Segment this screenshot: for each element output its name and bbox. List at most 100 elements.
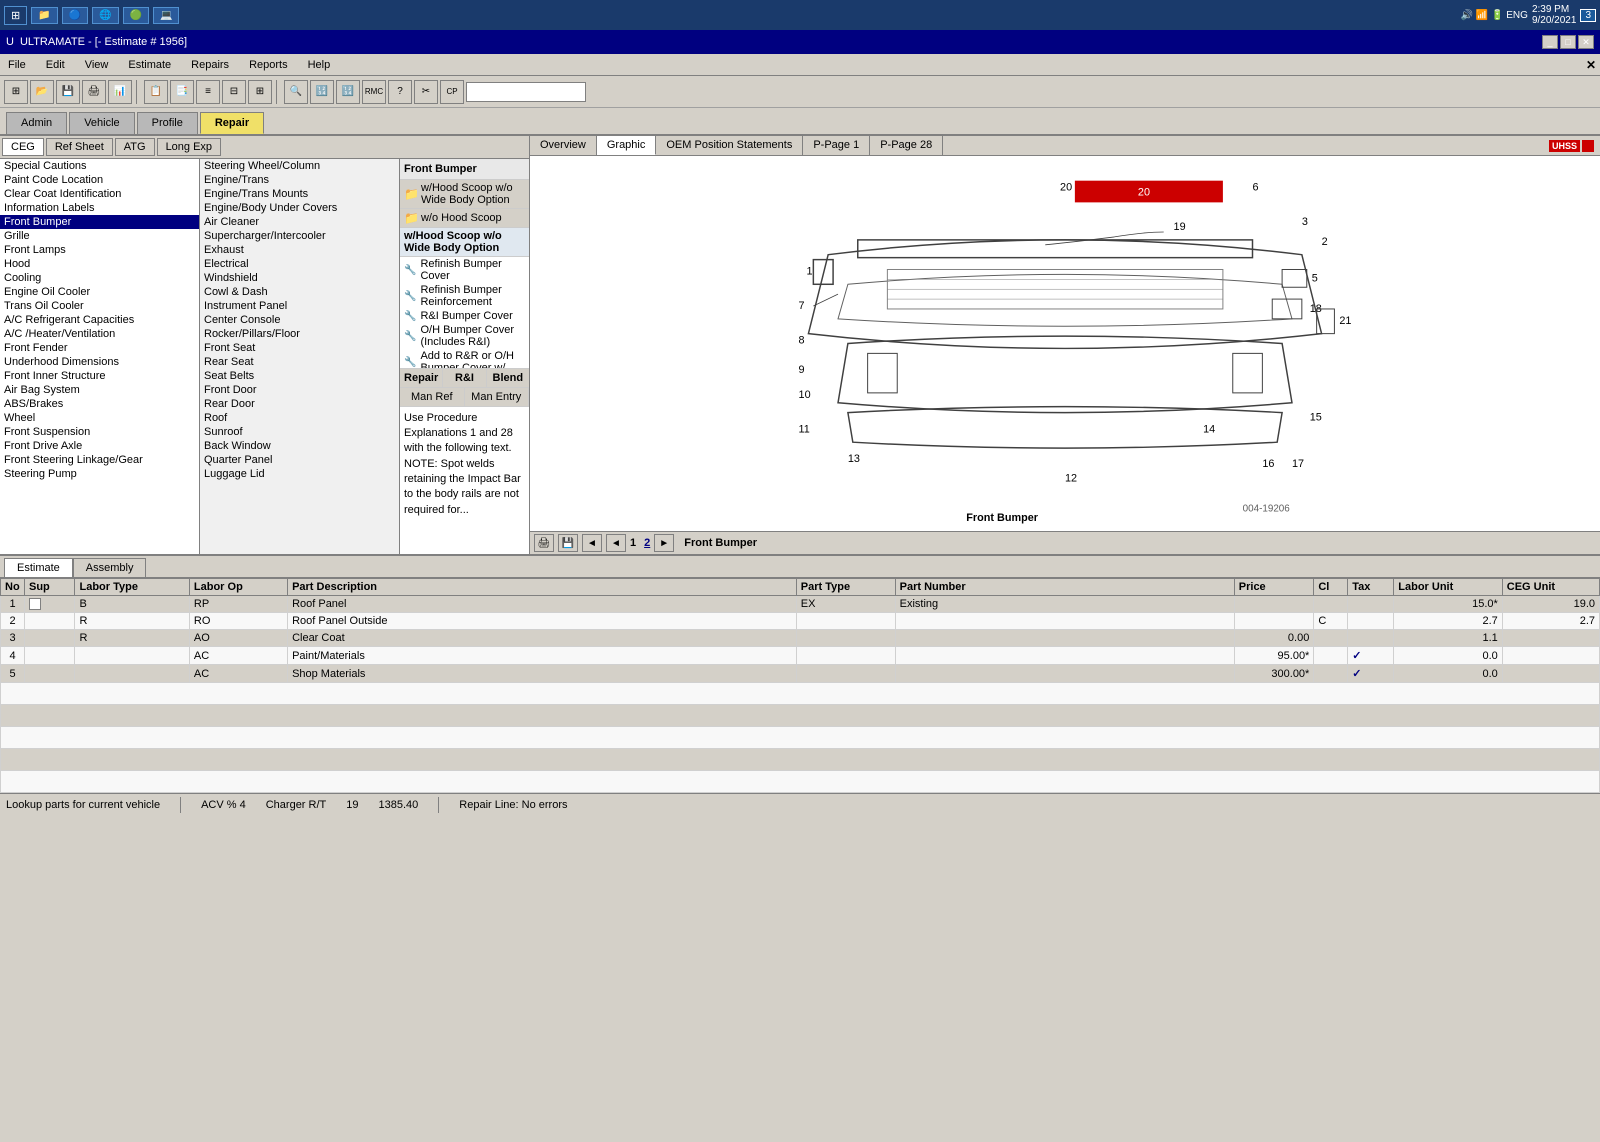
op-refinish-reinf[interactable]: 🔧 Refinish Bumper Reinforcement bbox=[400, 283, 529, 309]
left-tab-longexp[interactable]: Long Exp bbox=[157, 138, 221, 156]
menu-estimate[interactable]: Estimate bbox=[124, 57, 175, 73]
tb-btn4[interactable]: ⊟ bbox=[222, 80, 246, 104]
page-1[interactable]: 1 bbox=[630, 537, 636, 549]
cat-air-bag[interactable]: Air Bag System bbox=[0, 383, 199, 397]
est-tab-assembly[interactable]: Assembly bbox=[73, 558, 147, 577]
right-tab-graphic[interactable]: Graphic bbox=[597, 136, 657, 155]
cat-front-drive-axle[interactable]: Front Drive Axle bbox=[0, 439, 199, 453]
tb-rmc[interactable]: RMC bbox=[362, 80, 386, 104]
cat-front-bumper[interactable]: Front Bumper bbox=[0, 215, 199, 229]
cat-rocker-pillars[interactable]: Rocker/Pillars/Floor bbox=[200, 327, 399, 341]
cat-steering-pump[interactable]: Steering Pump bbox=[0, 467, 199, 481]
cat-engine-oil-cooler[interactable]: Engine Oil Cooler bbox=[0, 285, 199, 299]
cat-exhaust[interactable]: Exhaust bbox=[200, 243, 399, 257]
tb-btn3[interactable]: ≡ bbox=[196, 80, 220, 104]
cat-back-window[interactable]: Back Window bbox=[200, 439, 399, 453]
graphic-btn-2[interactable]: 💾 bbox=[558, 534, 578, 552]
cat-front-inner[interactable]: Front Inner Structure bbox=[0, 369, 199, 383]
cat-engine-body-covers[interactable]: Engine/Body Under Covers bbox=[200, 201, 399, 215]
tab-repair[interactable]: Repair bbox=[200, 112, 264, 134]
tb-calc2[interactable]: 🔢 bbox=[336, 80, 360, 104]
cat-hood[interactable]: Hood bbox=[0, 257, 199, 271]
tb-save[interactable]: 💾 bbox=[56, 80, 80, 104]
table-row-empty-4[interactable] bbox=[1, 749, 1600, 771]
graphic-btn-1[interactable]: 🖨 bbox=[534, 534, 554, 552]
table-row-1[interactable]: 1 B RP Roof Panel EX Existing 15.0* 19.0 bbox=[1, 596, 1600, 613]
cat-grille[interactable]: Grille bbox=[0, 229, 199, 243]
taskbar-item-3[interactable]: 🌐 bbox=[92, 7, 118, 24]
cat-abs-brakes[interactable]: ABS/Brakes bbox=[0, 397, 199, 411]
man-ref-button[interactable]: Man Ref bbox=[400, 388, 465, 406]
minimize-button[interactable]: _ bbox=[1542, 35, 1558, 49]
menu-view[interactable]: View bbox=[81, 57, 113, 73]
cat-roof[interactable]: Roof bbox=[200, 411, 399, 425]
graphic-btn-left[interactable]: ◄ bbox=[606, 534, 626, 552]
table-row-empty-3[interactable] bbox=[1, 727, 1600, 749]
cat-ac-ventilation[interactable]: A/C /Heater/Ventilation bbox=[0, 327, 199, 341]
tb-cp[interactable]: CP bbox=[440, 80, 464, 104]
section-w-hood-scoop[interactable]: 📁 w/Hood Scoop w/o Wide Body Option bbox=[400, 180, 529, 209]
tb-open[interactable]: 📂 bbox=[30, 80, 54, 104]
menu-edit[interactable]: Edit bbox=[42, 57, 69, 73]
cat-luggage-lid[interactable]: Luggage Lid bbox=[200, 467, 399, 481]
cat-rear-door[interactable]: Rear Door bbox=[200, 397, 399, 411]
graphic-btn-prev[interactable]: ◄ bbox=[582, 534, 602, 552]
taskbar-item-2[interactable]: 🔵 bbox=[62, 7, 88, 24]
cat-front-steering[interactable]: Front Steering Linkage/Gear bbox=[0, 453, 199, 467]
cat-rear-seat[interactable]: Rear Seat bbox=[200, 355, 399, 369]
op-refinish-bumper[interactable]: 🔧 Refinish Bumper Cover bbox=[400, 257, 529, 283]
graphic-btn-right[interactable]: ► bbox=[654, 534, 674, 552]
tb-help[interactable]: ? bbox=[388, 80, 412, 104]
tab-vehicle[interactable]: Vehicle bbox=[69, 112, 134, 134]
table-row-2[interactable]: 2 R RO Roof Panel Outside C 2.7 2.7 bbox=[1, 613, 1600, 630]
maximize-button[interactable]: □ bbox=[1560, 35, 1576, 49]
page-2[interactable]: 2 bbox=[644, 537, 650, 549]
cat-sunroof[interactable]: Sunroof bbox=[200, 425, 399, 439]
table-row-empty-5[interactable] bbox=[1, 771, 1600, 793]
cat-supercharger[interactable]: Supercharger/Intercooler bbox=[200, 229, 399, 243]
repair-button[interactable]: Repair bbox=[400, 369, 443, 387]
table-row-3[interactable]: 3 R AO Clear Coat 0.00 1.1 bbox=[1, 630, 1600, 647]
toolbar-search[interactable] bbox=[466, 82, 586, 102]
left-tab-atg[interactable]: ATG bbox=[115, 138, 155, 156]
tb-calc[interactable]: 🔢 bbox=[310, 80, 334, 104]
cat-cooling[interactable]: Cooling bbox=[0, 271, 199, 285]
taskbar-item-1[interactable]: 📁 bbox=[31, 7, 57, 24]
tb-settings[interactable]: ✂ bbox=[414, 80, 438, 104]
tab-profile[interactable]: Profile bbox=[137, 112, 198, 134]
taskbar-item-4[interactable]: 🟢 bbox=[123, 7, 149, 24]
cat-seat-belts[interactable]: Seat Belts bbox=[200, 369, 399, 383]
menu-reports[interactable]: Reports bbox=[245, 57, 292, 73]
cat-air-cleaner[interactable]: Air Cleaner bbox=[200, 215, 399, 229]
right-tab-oem[interactable]: OEM Position Statements bbox=[656, 136, 803, 155]
cat-windshield[interactable]: Windshield bbox=[200, 271, 399, 285]
tb-chart[interactable]: 📊 bbox=[108, 80, 132, 104]
table-row-5[interactable]: 5 AC Shop Materials 300.00* ✓ 0.0 bbox=[1, 665, 1600, 683]
cat-front-lamps[interactable]: Front Lamps bbox=[0, 243, 199, 257]
cat-front-door[interactable]: Front Door bbox=[200, 383, 399, 397]
cat-front-suspension[interactable]: Front Suspension bbox=[0, 425, 199, 439]
cat-instrument-panel[interactable]: Instrument Panel bbox=[200, 299, 399, 313]
table-row-empty-1[interactable] bbox=[1, 683, 1600, 705]
menu-repairs[interactable]: Repairs bbox=[187, 57, 233, 73]
table-row-empty-2[interactable] bbox=[1, 705, 1600, 727]
cat-front-seat[interactable]: Front Seat bbox=[200, 341, 399, 355]
start-button[interactable]: ⊞ bbox=[4, 6, 27, 25]
tb-print[interactable]: 🖨 bbox=[82, 80, 106, 104]
cat-underhood-dim[interactable]: Underhood Dimensions bbox=[0, 355, 199, 369]
menu-close[interactable]: ✕ bbox=[1586, 58, 1596, 72]
cat-special-cautions[interactable]: Special Cautions bbox=[0, 159, 199, 173]
tb-btn5[interactable]: ⊞ bbox=[248, 80, 272, 104]
cat-ac-refrigerant[interactable]: A/C Refrigerant Capacities bbox=[0, 313, 199, 327]
right-tab-overview[interactable]: Overview bbox=[530, 136, 597, 155]
left-tab-refsheet[interactable]: Ref Sheet bbox=[46, 138, 113, 156]
cat-engine-trans[interactable]: Engine/Trans bbox=[200, 173, 399, 187]
op-add-rr-bumper[interactable]: 🔧 Add to R&R or O/H Bumper Cover w/... bbox=[400, 349, 529, 368]
man-entry-button[interactable]: Man Entry bbox=[465, 388, 530, 406]
tb-btn2[interactable]: 📑 bbox=[170, 80, 194, 104]
tb-new[interactable]: ⊞ bbox=[4, 80, 28, 104]
menu-file[interactable]: File bbox=[4, 57, 30, 73]
tb-btn1[interactable]: 📋 bbox=[144, 80, 168, 104]
cat-center-console[interactable]: Center Console bbox=[200, 313, 399, 327]
right-tab-ppage1[interactable]: P-Page 1 bbox=[803, 136, 870, 155]
